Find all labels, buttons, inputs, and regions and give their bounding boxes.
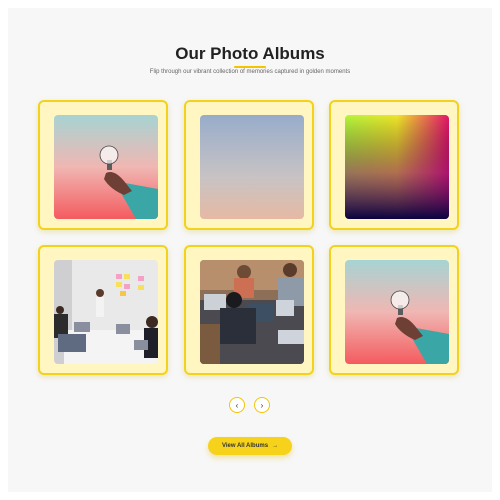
title-underline [234,66,266,68]
view-all-albums-button[interactable]: View All Albums → [208,437,292,455]
album-card-team[interactable] [184,245,314,375]
chevron-right-icon: › [260,400,264,410]
office-meeting-photo-icon [54,260,158,364]
color-gradient-photo-icon [345,115,449,219]
carousel-next-button[interactable]: › [254,397,270,413]
carousel-prev-button[interactable]: ‹ [229,397,245,413]
album-card-sky[interactable] [184,100,314,230]
page-title: Our Photo Albums [175,44,325,63]
lightbulb-photo-icon [345,260,449,364]
album-card-lightbulb-2[interactable] [329,245,459,375]
team-laptops-photo-icon [200,260,304,364]
page-subtitle: Flip through our vibrant collection of m… [149,69,351,75]
album-card-color[interactable] [329,100,459,230]
album-card-lightbulb[interactable] [38,100,168,230]
view-all-label: View All Albums [221,443,269,449]
arrow-right-icon: → [272,443,279,449]
lightbulb-photo-icon [54,115,158,219]
album-card-office[interactable] [38,245,168,375]
sky-gradient-photo-icon [200,115,304,219]
chevron-left-icon: ‹ [235,400,239,410]
